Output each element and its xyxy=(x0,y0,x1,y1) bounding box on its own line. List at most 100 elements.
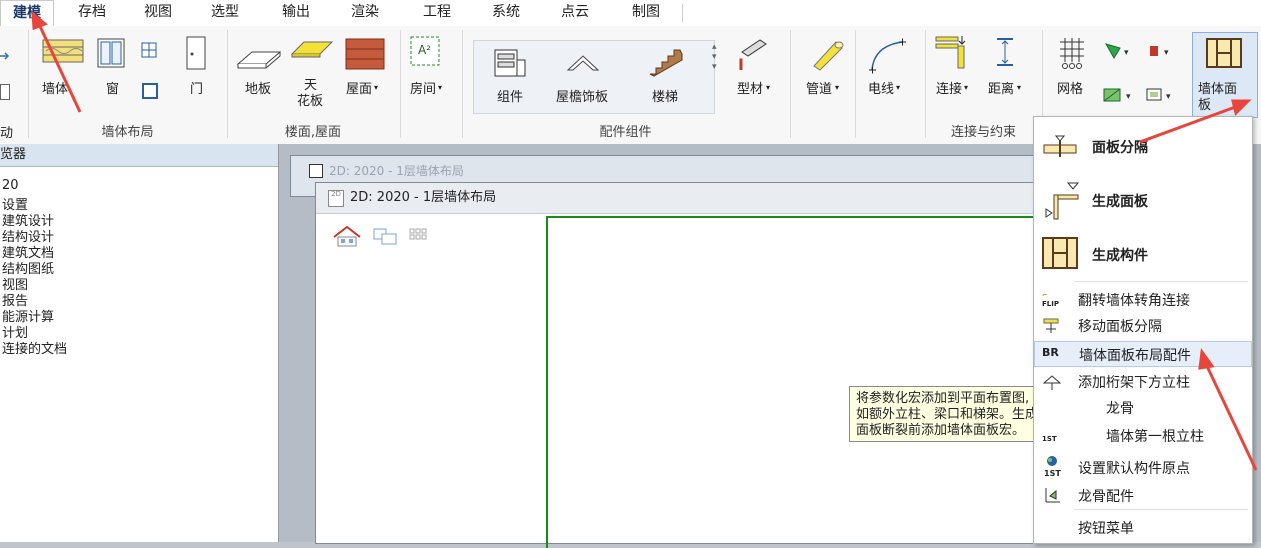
window-button[interactable]: 窗 xyxy=(106,78,119,97)
tree-item-linked-docs[interactable]: 连接的文档 xyxy=(2,342,67,358)
svg-text:▾: ▾ xyxy=(1124,48,1129,58)
menu-item-move-divide[interactable]: 移动面板分隔 xyxy=(1034,313,1250,337)
menu-project[interactable]: 工程 xyxy=(417,0,457,26)
pipe-button[interactable]: 管道 xyxy=(806,78,832,97)
menu-item-stud[interactable]: 龙骨 xyxy=(1034,395,1250,419)
menu-item-flip-corner[interactable]: ⌐ FLIP 翻转墙体转角连接 xyxy=(1034,287,1250,311)
tree-item-root[interactable]: 20 xyxy=(2,178,19,194)
svg-text:A²: A² xyxy=(418,43,431,57)
gallery-scroll-icon[interactable]: ▴ ▾ ▾ xyxy=(712,42,717,72)
frame-icon[interactable]: ▾ xyxy=(1144,86,1180,104)
tree-item-settings[interactable]: 设置 xyxy=(2,198,28,214)
red-shape-icon[interactable]: ▾ xyxy=(1146,42,1178,60)
tree-item-views[interactable]: 视图 xyxy=(2,278,28,294)
roof-icon[interactable] xyxy=(345,38,385,70)
menu-output[interactable]: 输出 xyxy=(276,0,316,26)
wall-icon[interactable] xyxy=(42,38,86,66)
drawing-canvas[interactable] xyxy=(546,216,1053,548)
menu-system[interactable]: 系统 xyxy=(486,0,526,26)
menu-item-truss-post[interactable]: 添加桁架下方立柱 xyxy=(1034,369,1250,393)
eave-trim-icon[interactable] xyxy=(566,50,600,78)
tree-item-reports[interactable]: 报告 xyxy=(2,294,28,310)
tree-item-struct-drawings[interactable]: 结构图纸 xyxy=(2,262,54,278)
tree-item-arch-design[interactable]: 建筑设计 xyxy=(2,214,54,230)
green-shape-icon[interactable]: ▾ xyxy=(1104,42,1136,60)
distance-button[interactable]: 距离 xyxy=(988,78,1014,97)
component-button[interactable]: 组件 xyxy=(497,86,523,105)
roof-dropdown-icon[interactable]: ▾ xyxy=(374,83,378,92)
small-window-icon[interactable] xyxy=(141,42,157,58)
wall-panel-label-line2[interactable]: 板 xyxy=(1198,94,1211,113)
menu-view[interactable]: 视图 xyxy=(138,0,178,26)
tree-item-energy[interactable]: 能源计算 xyxy=(2,310,54,326)
room-button[interactable]: 房间 xyxy=(410,78,436,97)
distance-dropdown-icon[interactable]: ▾ xyxy=(1017,83,1021,92)
tree-item-plans[interactable]: 计划 xyxy=(2,326,28,342)
connect-dropdown-icon[interactable]: ▾ xyxy=(964,83,968,92)
front-window-title: 2D: 2020 - 1层墙体布局 xyxy=(350,190,497,205)
front-window[interactable]: 2D 2D: 2020 - 1层墙体布局 xyxy=(315,182,1053,548)
menu-item-panel-divide[interactable]: 面板分隔 xyxy=(1034,123,1250,169)
pipe-dropdown-icon[interactable]: ▾ xyxy=(835,83,839,92)
tree-item-arch-docs[interactable]: 建筑文档 xyxy=(2,246,54,262)
wire-icon[interactable] xyxy=(866,36,912,74)
menu-pointcloud[interactable]: 点云 xyxy=(555,0,595,26)
wire-button[interactable]: 电线 xyxy=(868,78,894,97)
windows-view-icon[interactable] xyxy=(372,227,398,245)
menu-item-first-stud[interactable]: 1ST 墙体第一根立柱 xyxy=(1034,423,1250,447)
door-icon[interactable] xyxy=(186,36,206,70)
eave-trim-button[interactable]: 屋檐饰板 xyxy=(556,86,608,105)
opening-icon[interactable] xyxy=(141,82,159,100)
menu-render[interactable]: 渲染 xyxy=(345,0,385,26)
wall-button[interactable]: 墙体 xyxy=(42,78,68,97)
floor-icon[interactable] xyxy=(236,46,282,72)
wire-dropdown-icon[interactable]: ▾ xyxy=(896,83,900,92)
menu-item-label: 面板分隔 xyxy=(1092,140,1148,156)
wall-panel-dropdown: 面板分隔 生成面板 生成构件 ⌐ FLIP 翻转墙体转角连接 移动面板分隔 BR … xyxy=(1033,116,1253,544)
roof-button[interactable]: 屋面 xyxy=(346,78,372,97)
profile-button[interactable]: 型材 xyxy=(737,78,763,97)
pipe-icon[interactable] xyxy=(808,36,844,72)
menu-item-label: 生成构件 xyxy=(1092,248,1148,264)
menu-item-generate-panel[interactable]: 生成面板 xyxy=(1034,173,1250,227)
profile-dropdown-icon[interactable]: ▾ xyxy=(766,83,770,92)
menu-select[interactable]: 选型 xyxy=(205,0,245,26)
wall-panel-icon[interactable] xyxy=(1206,38,1242,68)
profile-icon[interactable]: I xyxy=(736,38,772,74)
menu-item-button-menu[interactable]: 按钮菜单 xyxy=(1034,515,1250,539)
menu-drafting[interactable]: 制图 xyxy=(626,0,666,26)
tree-item-struct-design[interactable]: 结构设计 xyxy=(2,230,54,246)
door-button[interactable]: 门 xyxy=(190,78,203,97)
hatch-icon[interactable]: ▾ xyxy=(1102,86,1138,104)
room-icon[interactable]: A² xyxy=(410,36,440,66)
tile-view-icon[interactable] xyxy=(408,227,428,245)
move-divide-icon xyxy=(1042,317,1062,335)
home-view-icon[interactable] xyxy=(332,225,364,247)
menu-modeling[interactable]: 建模 xyxy=(0,0,54,27)
menu-item-stud-fitting[interactable]: 龙骨配件 xyxy=(1034,483,1250,507)
ceiling-button-line2[interactable]: 花板 xyxy=(297,90,323,109)
back-window-title: 2D: 2020 - 1层墙体布局 xyxy=(329,164,464,178)
menu-archive[interactable]: 存档 xyxy=(72,0,112,26)
distance-icon[interactable] xyxy=(993,36,1017,70)
stairs-icon[interactable] xyxy=(648,46,684,78)
menu-item-set-origin[interactable]: 1ST 设置默认构件原点 xyxy=(1034,453,1250,479)
menu-item-generate-member[interactable]: 生成构件 xyxy=(1034,231,1250,277)
panel-divide-icon xyxy=(1042,133,1078,159)
component-icon[interactable] xyxy=(493,46,527,80)
connect-icon[interactable] xyxy=(934,34,968,70)
browser-title: 览器 xyxy=(0,144,278,167)
grid-icon[interactable] xyxy=(1058,36,1088,70)
wall-panel-dropdown-icon[interactable]: ▾ xyxy=(1244,98,1249,108)
menu-item-panel-layout-fittings[interactable]: BR 墙体面板布局配件 xyxy=(1034,341,1252,367)
grid-button[interactable]: 网格 xyxy=(1057,78,1083,97)
br-icon: BR xyxy=(1042,346,1059,359)
room-dropdown-icon[interactable]: ▾ xyxy=(438,83,442,92)
stud-fitting-icon xyxy=(1042,486,1062,504)
ceiling-icon[interactable] xyxy=(290,36,334,60)
window-icon[interactable] xyxy=(97,38,125,68)
floor-button[interactable]: 地板 xyxy=(245,78,271,97)
connect-button[interactable]: 连接 xyxy=(936,78,962,97)
stairs-button[interactable]: 楼梯 xyxy=(652,86,678,105)
menu-divider xyxy=(682,4,683,22)
